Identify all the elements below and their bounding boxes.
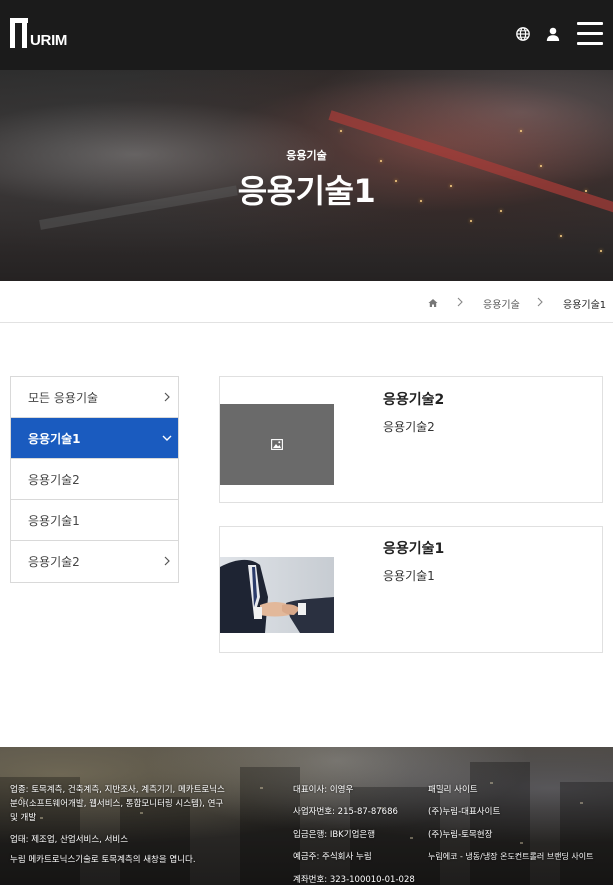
footer-bank: 입금은행: IBK기업은행 <box>293 830 376 840</box>
card-description: 응용기술2 <box>383 420 435 434</box>
sidebar-subitem[interactable]: 응용기술2 <box>11 459 178 500</box>
sidebar-item-all[interactable]: 모든 응용기술 <box>11 377 178 418</box>
card-thumbnail <box>220 404 334 485</box>
footer-business-type: 및 개발 <box>10 813 37 823</box>
footer-business-type: 분야(소프트웨어개발, 웹서비스, 통합모니터링 시스템), 연구 <box>10 799 224 809</box>
chevron-right-icon <box>537 297 543 307</box>
sidebar-item-active[interactable]: 응용기술1 <box>11 418 178 459</box>
footer-business-type: 업종: 토목계측, 건축계측, 지반조사, 계측기기, 메카트로닉스 <box>10 785 225 795</box>
footer-business-category: 업태: 제조업, 산업서비스, 서비스 <box>10 835 129 845</box>
globe-icon[interactable] <box>515 26 531 42</box>
card-title: 응용기술2 <box>383 392 445 408</box>
sidebar-item-label: 응용기술1 <box>28 514 80 528</box>
chevron-right-icon <box>164 556 170 566</box>
card-title: 응용기술1 <box>383 541 445 557</box>
hero-subtitle: 응용기술 <box>286 149 327 162</box>
site-header: URIM <box>0 0 613 70</box>
chevron-right-icon <box>457 297 463 307</box>
placeholder-image-icon <box>271 439 283 450</box>
logo-mark <box>10 18 28 48</box>
footer-family-sites-heading: 패밀리 사이트 <box>428 785 478 795</box>
chevron-down-icon <box>162 435 172 441</box>
handshake-image <box>220 559 334 633</box>
sidebar-item-label: 응용기술1 <box>28 432 81 446</box>
site-logo[interactable]: URIM <box>10 16 74 50</box>
footer-family-site-link[interactable]: (주)누림-대표사이트 <box>428 805 500 819</box>
footer-family-site-link[interactable]: (주)누림-토목현장 <box>428 828 492 842</box>
card-description: 응용기술1 <box>383 569 435 583</box>
hero-banner: 응용기술 응용기술1 <box>0 70 613 281</box>
user-icon[interactable] <box>545 26 561 42</box>
page: URIM 응용기술 응용기술1 응용기술 응용기술1 모든 응용기술 응용기술1… <box>0 0 613 885</box>
hamburger-menu-icon[interactable] <box>577 22 603 46</box>
sidebar-item-label: 응용기술2 <box>28 473 80 487</box>
footer-business-number: 사업자번호: 215-87-87686 <box>293 807 398 817</box>
content-card[interactable]: 응용기술1 응용기술1 <box>219 526 603 653</box>
site-footer: 업종: 토목계측, 건축계측, 지반조사, 계측기기, 메카트로닉스 분야(소프… <box>0 747 613 885</box>
breadcrumb: 응용기술 응용기술1 <box>0 281 613 323</box>
sidebar-menu: 모든 응용기술 응용기술1 응용기술2 응용기술1 응용기술2 <box>10 376 179 583</box>
hero-title: 응용기술1 <box>237 172 376 210</box>
handshake-photo <box>220 557 334 633</box>
sidebar-subitem[interactable]: 응용기술1 <box>11 500 178 541</box>
breadcrumb-item[interactable]: 응용기술 <box>483 296 520 311</box>
footer-ceo: 대표이사: 이영우 <box>293 785 354 795</box>
footer-account-holder: 예금주: 주식회사 누림 <box>293 852 372 862</box>
footer-family-site-link[interactable]: 누림에코 - 냉동/냉장 온도컨트롤러 브랜딩 사이트 <box>428 850 594 864</box>
chevron-right-icon <box>164 392 170 402</box>
logo-text: URIM <box>30 32 68 49</box>
breadcrumb-current: 응용기술1 <box>563 300 607 311</box>
content-card[interactable]: 응용기술2 응용기술2 <box>219 376 603 503</box>
footer-slogan: 누림 메카트로닉스기술로 토목계측의 새창을 엽니다. <box>10 855 196 865</box>
home-icon[interactable] <box>428 298 438 308</box>
sidebar-item-label: 응용기술2 <box>28 555 80 569</box>
sidebar-item[interactable]: 응용기술2 <box>11 541 178 582</box>
sidebar-item-label: 모든 응용기술 <box>28 391 99 405</box>
footer-account-number: 계좌번호: 323-100010-01-028 <box>293 875 415 885</box>
